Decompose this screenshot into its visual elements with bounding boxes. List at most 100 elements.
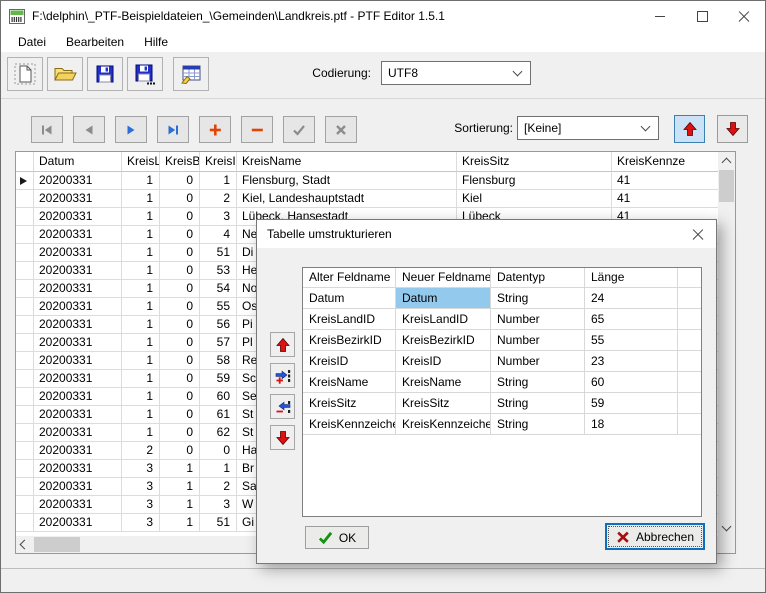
cell[interactable]: 20200331	[34, 262, 122, 280]
cell[interactable]: 51	[200, 514, 237, 532]
cell[interactable]: KreisBezirkID	[303, 330, 396, 351]
column-header[interactable]: KreisSitz	[457, 152, 612, 172]
field-row[interactable]: DatumDatumString24	[303, 288, 701, 309]
cell[interactable]: 1	[122, 190, 160, 208]
cell[interactable]: 0	[160, 280, 200, 298]
cell[interactable]: 0	[160, 334, 200, 352]
cell[interactable]: 20200331	[34, 406, 122, 424]
cell[interactable]: KreisName	[396, 372, 491, 393]
cell[interactable]: 0	[160, 388, 200, 406]
cell[interactable]: Number	[491, 351, 585, 372]
cell[interactable]: 51	[200, 244, 237, 262]
cell[interactable]: 1	[160, 496, 200, 514]
cell[interactable]: KreisID	[303, 351, 396, 372]
first-record-button[interactable]	[31, 116, 63, 143]
cell[interactable]: 1	[122, 352, 160, 370]
cell[interactable]: 56	[200, 316, 237, 334]
cell[interactable]: 18	[585, 414, 678, 435]
cell[interactable]: KreisID	[396, 351, 491, 372]
cell[interactable]: 3	[200, 496, 237, 514]
cell[interactable]: KreisBezirkID	[396, 330, 491, 351]
field-row[interactable]: KreisNameKreisNameString60	[303, 372, 701, 393]
cell[interactable]: KreisSitz	[396, 393, 491, 414]
cell[interactable]: 55	[585, 330, 678, 351]
cell[interactable]: KreisLandID	[303, 309, 396, 330]
cell[interactable]: Flensburg	[457, 172, 612, 190]
cell[interactable]: 60	[200, 388, 237, 406]
cell[interactable]: 2	[200, 478, 237, 496]
column-header[interactable]: KreisName	[237, 152, 457, 172]
cell[interactable]: 55	[200, 298, 237, 316]
ok-button[interactable]: OK	[305, 526, 369, 549]
cell[interactable]: 20200331	[34, 334, 122, 352]
cell[interactable]: KreisLandID	[396, 309, 491, 330]
cell[interactable]: 1	[160, 478, 200, 496]
cancel-edit-button[interactable]	[325, 116, 357, 143]
maximize-button[interactable]	[681, 1, 723, 31]
field-row[interactable]: KreisKennzeichenKreisKennzeichenString18	[303, 414, 701, 435]
next-record-button[interactable]	[115, 116, 147, 143]
open-file-button[interactable]	[47, 57, 83, 91]
cell[interactable]: 0	[160, 424, 200, 442]
cell[interactable]: 0	[160, 262, 200, 280]
cell[interactable]: 20200331	[34, 226, 122, 244]
cell[interactable]: 1	[160, 514, 200, 532]
cell[interactable]: 0	[200, 442, 237, 460]
column-header[interactable]: KreisKennze	[612, 152, 718, 172]
cell[interactable]: 0	[160, 442, 200, 460]
field-row[interactable]: KreisSitzKreisSitzString59	[303, 393, 701, 414]
previous-record-button[interactable]	[73, 116, 105, 143]
cell[interactable]: 20200331	[34, 388, 122, 406]
last-record-button[interactable]	[157, 116, 189, 143]
cell[interactable]: 2	[122, 442, 160, 460]
cell[interactable]: KreisKennzeichen	[396, 414, 491, 435]
new-file-button[interactable]	[7, 57, 43, 91]
cell[interactable]: 20200331	[34, 424, 122, 442]
cell[interactable]: Kiel, Landeshauptstadt	[237, 190, 457, 208]
cell[interactable]: 0	[160, 172, 200, 190]
cell[interactable]: 58	[200, 352, 237, 370]
cell[interactable]: 41	[612, 190, 718, 208]
field-row[interactable]: KreisIDKreisIDNumber23	[303, 351, 701, 372]
scroll-up-arrow[interactable]	[718, 152, 735, 169]
insert-record-button[interactable]	[199, 116, 231, 143]
cell[interactable]: Number	[491, 330, 585, 351]
table-row[interactable]: 20200331102Kiel, LandeshauptstadtKiel41	[16, 190, 718, 208]
table-row[interactable]: 20200331101Flensburg, StadtFlensburg41	[16, 172, 718, 190]
move-field-up-button[interactable]	[270, 332, 295, 357]
field-row[interactable]: KreisLandIDKreisLandIDNumber65	[303, 309, 701, 330]
scroll-down-arrow[interactable]	[718, 519, 735, 536]
cell[interactable]: 20200331	[34, 280, 122, 298]
cell[interactable]: 1	[200, 460, 237, 478]
cell[interactable]: 3	[122, 514, 160, 532]
cell[interactable]: 59	[200, 370, 237, 388]
cell[interactable]: 20200331	[34, 460, 122, 478]
save-as-button[interactable]	[127, 57, 163, 91]
cell[interactable]: 20200331	[34, 442, 122, 460]
cell[interactable]: Datum	[303, 288, 396, 309]
cell[interactable]: String	[491, 414, 585, 435]
cell[interactable]: 1	[122, 298, 160, 316]
codierung-combobox[interactable]: UTF8	[381, 61, 531, 85]
cell[interactable]: 20200331	[34, 316, 122, 334]
cell[interactable]: 1	[200, 172, 237, 190]
cell[interactable]: String	[491, 288, 585, 309]
cell[interactable]: 1	[122, 406, 160, 424]
menu-hilfe[interactable]: Hilfe	[134, 33, 178, 51]
column-header[interactable]: KreisBe	[160, 152, 200, 172]
cell[interactable]: 1	[122, 226, 160, 244]
cell[interactable]: 0	[160, 370, 200, 388]
cell[interactable]: 0	[160, 208, 200, 226]
cell[interactable]: 1	[122, 370, 160, 388]
selected-cell[interactable]: Datum	[396, 288, 491, 309]
cell[interactable]: String	[491, 393, 585, 414]
post-edit-button[interactable]	[283, 116, 315, 143]
minimize-button[interactable]	[639, 1, 681, 31]
save-button[interactable]	[87, 57, 123, 91]
cell[interactable]: 41	[612, 172, 718, 190]
column-header[interactable]: KreisID	[200, 152, 237, 172]
cell[interactable]: 0	[160, 226, 200, 244]
cell[interactable]: 0	[160, 406, 200, 424]
cell[interactable]: 65	[585, 309, 678, 330]
move-field-down-button[interactable]	[270, 425, 295, 450]
